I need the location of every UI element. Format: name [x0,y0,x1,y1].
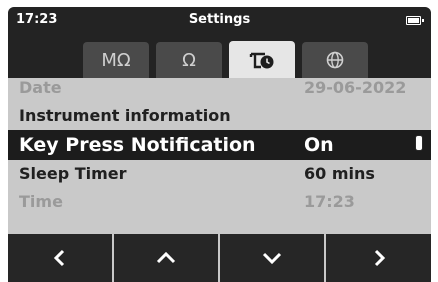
list-item-label: Date [19,78,62,97]
left-button[interactable] [8,234,112,282]
navigation-bar [8,234,431,282]
settings-clock-icon [249,52,274,68]
list-item-label: Key Press Notification [19,134,256,156]
device-screen: 17:23 Settings MΩ Ω Date 29-06-2022 Inst… [8,7,431,282]
chevron-left-icon [53,249,65,267]
down-button[interactable] [220,234,324,282]
list-item-value: 17:23 [304,192,355,211]
tab-settings[interactable] [229,41,295,78]
list-item-label: Sleep Timer [19,164,127,183]
right-button[interactable] [326,234,431,282]
battery-icon [406,16,424,25]
ohm-icon: Ω [182,49,196,71]
up-button[interactable] [114,234,218,282]
list-item-date[interactable]: Date 29-06-2022 [8,74,431,102]
globe-icon [326,51,344,69]
megaohm-icon: MΩ [101,49,131,71]
chevron-down-icon [262,252,282,265]
list-item-value: 29-06-2022 [304,78,407,97]
list-item-time[interactable]: Time 17:23 [8,188,431,216]
status-bar: 17:23 Settings [8,7,431,33]
list-item-label: Time [19,192,63,211]
settings-list: Date 29-06-2022 Instrument information K… [8,78,431,240]
list-item-instrument-information[interactable]: Instrument information [8,102,431,130]
tab-language[interactable] [302,42,368,78]
list-item-value: On [304,134,334,156]
list-item-sleep-timer[interactable]: Sleep Timer 60 mins [8,160,431,188]
list-item-label: Instrument information [19,106,231,125]
screen-title: Settings [188,12,251,27]
tab-megaohm[interactable]: MΩ [83,42,149,78]
chevron-right-icon [374,249,385,267]
scrollbar-thumb[interactable] [415,135,423,151]
tab-ohm[interactable]: Ω [156,42,222,78]
list-item-value: 60 mins [304,164,375,183]
list-item-key-press-notification[interactable]: Key Press Notification On [8,130,431,160]
tab-bar: MΩ Ω [8,33,431,78]
chevron-up-icon [156,251,176,264]
